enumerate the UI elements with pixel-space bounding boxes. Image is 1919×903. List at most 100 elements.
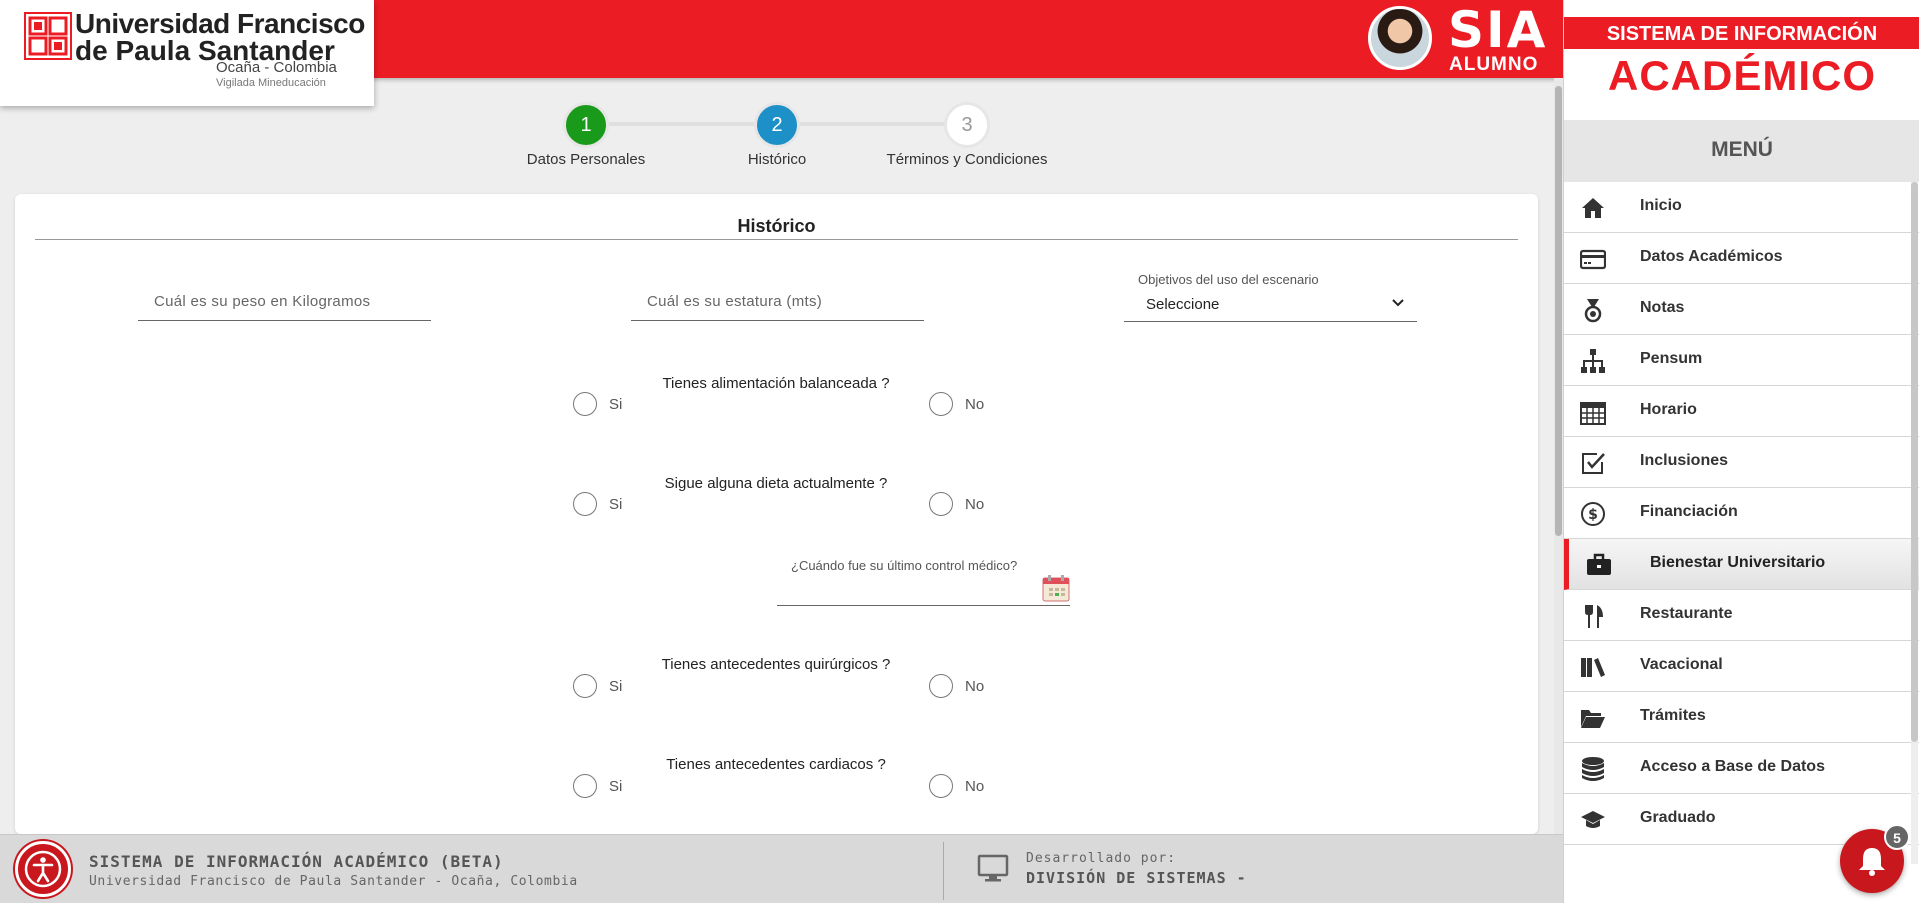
sidebar-item-label: Horario: [1640, 401, 1697, 418]
sidebar-brand-line2: ACADÉMICO: [1608, 52, 1876, 99]
cardiac-history-yes-label: Si: [609, 778, 623, 795]
university-logo[interactable]: Universidad Francisco de Paula Santander…: [0, 0, 374, 106]
objective-selected-value: Seleccione: [1146, 296, 1220, 313]
page-scrollbar[interactable]: [1554, 78, 1563, 834]
accessibility-button[interactable]: [15, 841, 71, 897]
surgical-history-yes-label: Si: [609, 678, 623, 695]
weight-placeholder: Cuál es su peso en Kilogramos: [154, 293, 371, 310]
books-icon: [1581, 658, 1605, 677]
form-title: Histórico: [737, 216, 816, 236]
sidebar-item-label: Pensum: [1640, 350, 1703, 367]
question-cardiac-history: Tienes antecedentes cardiacos ?: [666, 756, 886, 773]
folder-open-icon: [1581, 710, 1605, 728]
objective-label: Objetivos del uso del escenario: [1138, 272, 1319, 287]
sidebar-item-datos-academicos[interactable]: Datos Académicos: [1564, 233, 1919, 284]
cardiac-history-yes-radio[interactable]: [573, 774, 597, 798]
page-footer: SISTEMA DE INFORMACIÓN ACADÉMICO (BETA) …: [0, 834, 1563, 903]
notification-count-badge: 5: [1884, 824, 1910, 850]
question-balanced-diet: Tienes alimentación balanceada ?: [662, 375, 890, 392]
logo-location: Ocaña - Colombia: [216, 59, 337, 76]
current-diet-yes-label: Si: [609, 496, 623, 513]
database-icon: [1582, 757, 1604, 781]
sidebar-item-tramites[interactable]: Trámites: [1564, 692, 1919, 743]
sidebar-item-pensum[interactable]: Pensum: [1564, 335, 1919, 386]
page-scrollbar-thumb[interactable]: [1555, 86, 1562, 536]
footer-title: SISTEMA DE INFORMACIÓN ACADÉMICO (BETA): [89, 852, 504, 871]
sidebar-scrollbar[interactable]: [1911, 182, 1918, 864]
balanced-diet-yes-radio[interactable]: [573, 392, 597, 416]
dollar-circle-icon: $: [1581, 502, 1605, 526]
current-diet-yes-radio[interactable]: [573, 492, 597, 516]
cardiac-history-no-label: No: [965, 778, 985, 795]
step-connector-2: [777, 122, 961, 126]
balanced-diet-no-radio[interactable]: [929, 392, 953, 416]
sidebar-item-label: Bienestar Universitario: [1650, 554, 1826, 571]
sidebar-item-label: Notas: [1640, 299, 1685, 316]
step-2-indicator[interactable]: 2: [754, 102, 800, 148]
objective-select[interactable]: Seleccione: [1124, 286, 1417, 322]
accessibility-icon: [24, 850, 62, 888]
height-placeholder: Cuál es su estatura (mts): [647, 293, 823, 310]
sidebar-item-acceso-base-datos[interactable]: Acceso a Base de Datos: [1564, 743, 1919, 794]
calendar-picker-icon[interactable]: [1042, 574, 1070, 602]
sidebar-item-label: Restaurante: [1640, 605, 1733, 622]
sidebar-scrollbar-thumb[interactable]: [1911, 182, 1918, 742]
question-current-diet: Sigue alguna dieta actualmente ?: [664, 475, 888, 492]
sidebar-item-bienestar-universitario[interactable]: Bienestar Universitario: [1564, 539, 1919, 590]
sidebar-item-label: Trámites: [1640, 707, 1706, 724]
cardiac-history-no-radio[interactable]: [929, 774, 953, 798]
utensils-icon: [1585, 605, 1603, 628]
step-2-number: 2: [771, 113, 783, 136]
credit-card-icon: [1580, 249, 1606, 270]
step-1-indicator[interactable]: 1: [563, 102, 609, 148]
ufps-logo-icon: [24, 12, 72, 60]
sidebar-item-inicio[interactable]: Inicio: [1564, 182, 1919, 233]
medical-control-date-label: ¿Cuándo fue su último control médico?: [791, 558, 1018, 573]
sidebar-item-horario[interactable]: Horario: [1564, 386, 1919, 437]
step-3-number: 3: [961, 113, 973, 136]
sitemap-icon: [1581, 349, 1605, 373]
sidebar-item-label: Financiación: [1640, 503, 1738, 520]
home-icon: [1582, 198, 1604, 218]
calendar-icon: [1580, 402, 1606, 425]
sidebar-item-vacacional[interactable]: Vacacional: [1564, 641, 1919, 692]
logo-vigilada: Vigilada Mineducación: [216, 77, 326, 89]
current-diet-no-radio[interactable]: [929, 492, 953, 516]
balanced-diet-yes-label: Si: [609, 396, 623, 413]
surgical-history-no-radio[interactable]: [929, 674, 953, 698]
sidebar-item-notas[interactable]: Notas: [1564, 284, 1919, 335]
step-3-label: Términos y Condiciones: [886, 151, 1048, 168]
medal-icon: [1584, 299, 1602, 323]
footer-subtitle: Universidad Francisco de Paula Santander…: [89, 874, 578, 889]
step-1-number: 1: [580, 113, 592, 136]
height-input[interactable]: Cuál es su estatura (mts): [631, 285, 924, 321]
surgical-history-no-label: No: [965, 678, 985, 695]
sidebar-item-label: Vacacional: [1640, 656, 1723, 673]
surgical-history-yes-radio[interactable]: [573, 674, 597, 698]
balanced-diet-no-label: No: [965, 396, 985, 413]
bell-icon: [1859, 848, 1885, 876]
question-surgical-history: Tienes antecedentes quirúrgicos ?: [661, 656, 891, 673]
right-sidebar: SISTEMA DE INFORMACIÓN ACADÉMICO MENÚ In…: [1563, 0, 1919, 903]
menu-title: MENÚ: [1711, 138, 1773, 161]
graduation-cap-icon: [1581, 811, 1605, 828]
medical-control-date-input[interactable]: [777, 574, 1070, 606]
footer-developed-by: Desarrollado por:: [1026, 851, 1177, 866]
app-role: ALUMNO: [1449, 54, 1539, 75]
step-2-label: Histórico: [747, 151, 807, 168]
chevron-down-icon: [1392, 299, 1404, 307]
briefcase-icon: [1587, 553, 1611, 575]
sidebar-item-label: Datos Académicos: [1640, 248, 1783, 265]
sidebar-item-restaurante[interactable]: Restaurante: [1564, 590, 1919, 641]
svg-text:$: $: [1588, 507, 1598, 523]
sidebar-item-inclusiones[interactable]: Inclusiones: [1564, 437, 1919, 488]
step-connector-1: [586, 122, 770, 126]
sidebar-item-financiacion[interactable]: $ Financiación: [1564, 488, 1919, 539]
step-3-indicator[interactable]: 3: [944, 102, 990, 148]
app-name: SIA: [1448, 1, 1548, 59]
current-diet-no-label: No: [965, 496, 985, 513]
user-avatar[interactable]: [1368, 6, 1432, 70]
weight-input[interactable]: Cuál es su peso en Kilogramos: [138, 285, 431, 321]
footer-developer[interactable]: DIVISIÓN DE SISTEMAS -: [1026, 869, 1247, 887]
sidebar-brand-line1: SISTEMA DE INFORMACIÓN: [1606, 23, 1878, 45]
